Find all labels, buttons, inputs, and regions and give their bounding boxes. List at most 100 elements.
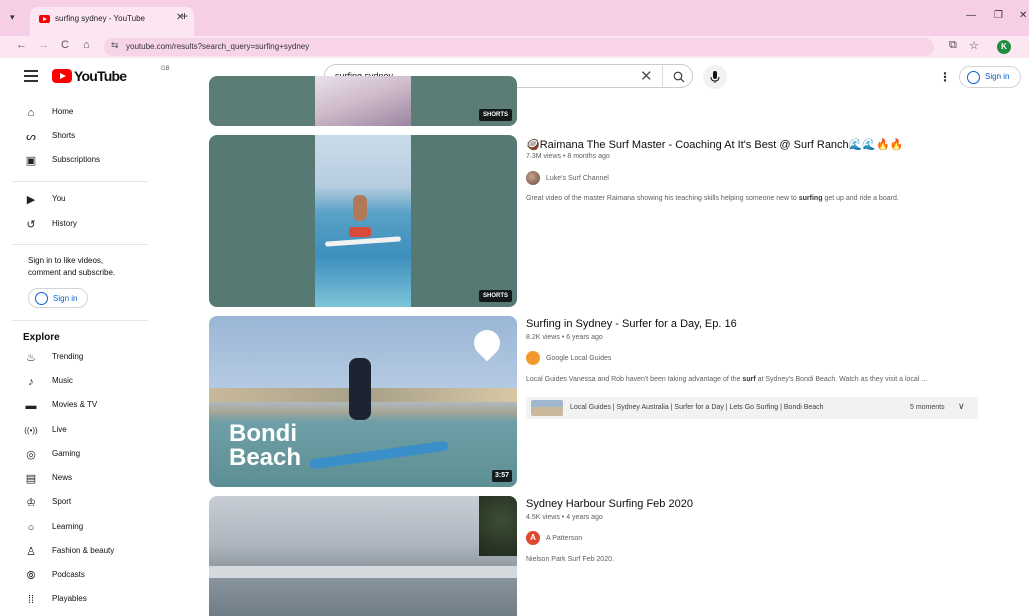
- description-text: at Sydney's Bondi Beach. Watch as they v…: [755, 376, 928, 383]
- thumbnail-text-line: Bondi: [229, 420, 297, 447]
- gaming-icon: ◎: [26, 449, 36, 461]
- sidebar-item-subscriptions[interactable]: ▣ Subscriptions: [0, 149, 150, 173]
- url-text: youtube.com/results?search_query=surfing…: [126, 42, 310, 51]
- key-moments-bar[interactable]: Local Guides | Sydney Australia | Surfer…: [526, 397, 978, 419]
- sidebar-item-shorts[interactable]: ᔕ Shorts: [0, 125, 150, 149]
- back-icon[interactable]: ←: [16, 39, 27, 51]
- channel-name: Google Local Guides: [546, 355, 612, 362]
- clear-search-icon[interactable]: ✕: [640, 67, 653, 85]
- video-title[interactable]: Sydney Harbour Surfing Feb 2020: [526, 498, 693, 510]
- restore-icon[interactable]: ❐: [994, 10, 1003, 21]
- sidebar-item-playables[interactable]: ⁞⁞ Playables: [0, 588, 150, 612]
- sport-icon: ♔: [26, 497, 36, 509]
- channel-avatar: A: [526, 531, 540, 545]
- playables-icon: ⁞⁞: [27, 594, 35, 606]
- sidebar-item-trending[interactable]: ♨ Trending: [0, 346, 150, 370]
- video-thumbnail[interactable]: [209, 496, 517, 616]
- youtube-logo-text: YouTube: [74, 68, 127, 84]
- cast-icon[interactable]: ⧉: [949, 39, 957, 52]
- sidebar-signin-button[interactable]: Sign in: [28, 288, 88, 308]
- sidebar-item-gaming[interactable]: ◎ Gaming: [0, 443, 150, 467]
- account-icon: [35, 292, 48, 305]
- new-tab-icon[interactable]: +: [181, 9, 188, 23]
- video-description: Local Guides Vanessa and Rob haven't bee…: [526, 376, 927, 383]
- thumbnail-image: [315, 76, 411, 126]
- minimize-icon[interactable]: —: [966, 10, 976, 21]
- youtube-play-icon: [52, 69, 72, 83]
- description-text: Local Guides Vanessa and Rob haven't bee…: [526, 376, 743, 383]
- search-divider: [662, 65, 663, 87]
- channel-name: A Patterson: [546, 535, 583, 542]
- video-title[interactable]: 🥥Raimana The Surf Master - Coaching At I…: [526, 138, 903, 151]
- guide-menu-icon[interactable]: [24, 70, 38, 85]
- sidebar-item-sport[interactable]: ♔ Sport: [0, 491, 150, 515]
- thumbnail-text-line: Beach: [229, 444, 302, 471]
- sidebar-item-music[interactable]: ♪ Music: [0, 370, 150, 394]
- home-icon: ⌂: [27, 107, 35, 119]
- search-icon[interactable]: [673, 70, 685, 88]
- news-icon: ▤: [25, 473, 37, 485]
- browser-menu-icon[interactable]: ⋮: [1024, 39, 1029, 52]
- moment-thumbnail: [531, 400, 563, 416]
- signin-prompt: Sign in to like videos, comment and subs…: [28, 255, 143, 279]
- tab-search-chevron-icon[interactable]: ▾: [10, 12, 15, 23]
- sidebar-item-learning[interactable]: ○ Learning: [0, 516, 150, 540]
- surfer-figure: [349, 358, 371, 420]
- reload-icon[interactable]: C: [61, 39, 69, 51]
- video-meta: 7.3M views • 8 months ago: [526, 153, 610, 160]
- sidebar-item-home[interactable]: ⌂ Home: [0, 101, 150, 125]
- browser-address-bar: ← → C ⌂ ⇆ youtube.com/results?search_que…: [0, 36, 1029, 58]
- sidebar-item-label: Trending: [52, 352, 84, 361]
- description-highlight: surfing: [798, 195, 823, 202]
- fashion-icon: ♙: [26, 546, 36, 558]
- shorts-badge: SHORTS: [478, 290, 512, 302]
- sidebar-item-live[interactable]: ((•)) Live: [0, 419, 150, 443]
- description-text: Great video of the master Raimana showin…: [526, 195, 799, 202]
- video-description: Great video of the master Raimana showin…: [526, 195, 899, 202]
- sidebar-divider: [12, 181, 148, 182]
- site-info-icon[interactable]: ⇆: [111, 40, 119, 51]
- bookmark-star-icon[interactable]: ☆: [969, 39, 979, 52]
- sidebar-item-movies-tv[interactable]: ▬ Movies & TV: [0, 394, 150, 418]
- video-description: Nielson Park Surf Feb 2020.: [526, 556, 614, 563]
- sidebar-item-label: History: [52, 219, 77, 228]
- music-icon: ♪: [28, 376, 34, 388]
- voice-search-button[interactable]: [703, 65, 727, 89]
- forward-icon[interactable]: →: [38, 39, 49, 51]
- description-text: get up and ride a board.: [822, 195, 899, 202]
- sidebar-item-news[interactable]: ▤ News: [0, 467, 150, 491]
- chevron-down-icon[interactable]: ∨: [958, 401, 965, 412]
- settings-menu-icon[interactable]: ⋮: [939, 70, 951, 84]
- surfer-figure: [353, 195, 367, 221]
- sidebar-item-you[interactable]: ▶ You: [0, 188, 150, 212]
- video-thumbnail[interactable]: SHORTS: [209, 135, 517, 307]
- description-highlight: surf: [742, 376, 756, 383]
- sidebar-item-label: Playables: [52, 594, 87, 603]
- video-thumbnail[interactable]: SHORTS: [209, 76, 517, 126]
- youtube-favicon-icon: [39, 15, 50, 23]
- channel-name: Luke's Surf Channel: [546, 175, 609, 182]
- video-title[interactable]: Surfing in Sydney - Surfer for a Day, Ep…: [526, 318, 737, 330]
- profile-avatar[interactable]: K: [997, 40, 1011, 54]
- url-field[interactable]: ⇆ youtube.com/results?search_query=surfi…: [104, 38, 934, 56]
- sidebar-item-fashion-beauty[interactable]: ♙ Fashion & beauty: [0, 540, 150, 564]
- close-window-icon[interactable]: ✕: [1019, 10, 1027, 21]
- sidebar-item-label: Podcasts: [52, 570, 85, 579]
- sidebar-divider: [12, 244, 148, 245]
- browser-tab-youtube[interactable]: surfing sydney - YouTube ✕: [30, 7, 194, 36]
- home-button-icon[interactable]: ⌂: [83, 39, 90, 51]
- signin-button[interactable]: Sign in: [959, 66, 1021, 88]
- country-code: GB: [161, 66, 170, 72]
- sidebar-item-history[interactable]: ↺ History: [0, 213, 150, 237]
- history-icon: ↺: [26, 219, 36, 231]
- sidebar-item-podcasts[interactable]: ⦾ Podcasts: [0, 564, 150, 588]
- video-thumbnail[interactable]: Bondi Beach 3:57: [209, 316, 517, 487]
- sidebar-item-label: Learning: [52, 522, 84, 531]
- sidebar-item-label: Sport: [52, 497, 72, 506]
- thumbnail-overlay-text: Bondi Beach: [229, 422, 301, 470]
- sidebar-item-label: News: [52, 473, 73, 482]
- thumbnail-tree: [479, 496, 517, 556]
- duration-badge: 3:57: [491, 470, 512, 482]
- live-icon: ((•)): [24, 426, 38, 435]
- microphone-icon: [710, 71, 720, 83]
